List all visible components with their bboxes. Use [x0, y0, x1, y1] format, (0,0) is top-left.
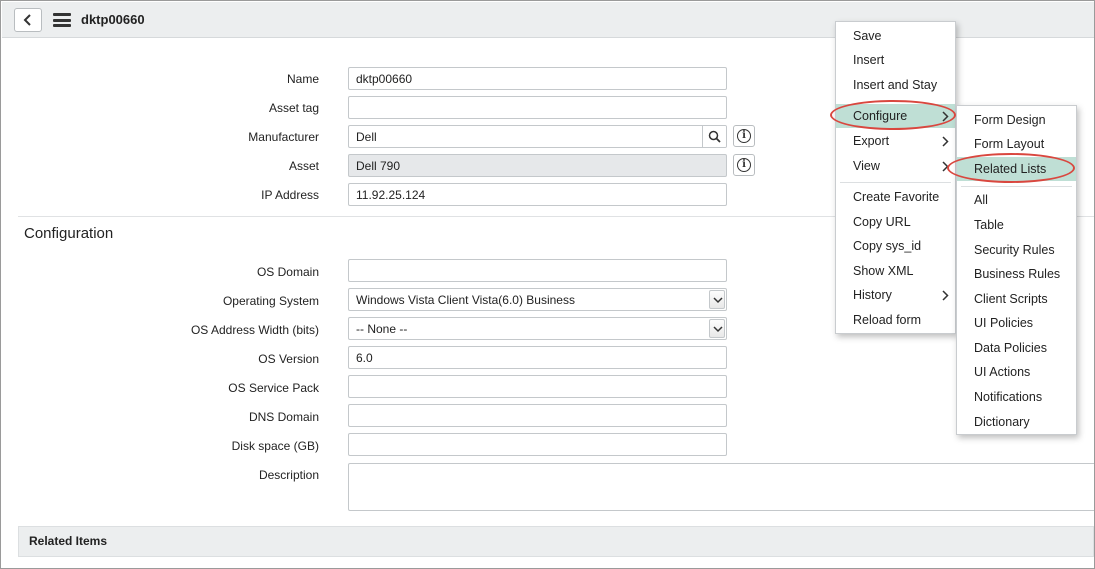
- submenu-item-related-lists[interactable]: Related Lists: [957, 157, 1076, 181]
- record-title: dktp00660: [81, 12, 145, 27]
- chevron-down-icon: [709, 290, 725, 309]
- name-label: Name: [286, 72, 319, 86]
- menu-item-insert[interactable]: Insert: [836, 48, 955, 72]
- asset-field: Dell 790: [348, 154, 727, 177]
- os-address-width-label: OS Address Width (bits): [190, 323, 319, 337]
- submenu-item-ui-actions[interactable]: UI Actions: [957, 360, 1076, 384]
- submenu-item-form-layout[interactable]: Form Layout: [957, 132, 1076, 156]
- chevron-right-icon: [942, 161, 949, 172]
- asset-label: Asset: [288, 159, 319, 173]
- form-window: dktp00660 Name dktp00660 Asset tag Manuf…: [0, 0, 1095, 569]
- info-icon: i: [737, 158, 751, 172]
- disk-space-field[interactable]: [348, 433, 727, 456]
- menu-item-export-label: Export: [853, 134, 890, 148]
- ip-address-field[interactable]: 11.92.25.124: [348, 183, 727, 206]
- menu-item-create-favorite[interactable]: Create Favorite: [836, 185, 955, 209]
- manufacturer-info-button[interactable]: i: [733, 125, 755, 147]
- chevron-right-icon: [942, 136, 949, 147]
- menu-item-copy-sys-id[interactable]: Copy sys_id: [836, 234, 955, 258]
- submenu-item-data-policies[interactable]: Data Policies: [957, 336, 1076, 360]
- dns-domain-label: DNS Domain: [248, 410, 319, 424]
- submenu-item-ui-policies[interactable]: UI Policies: [957, 311, 1076, 335]
- os-domain-label: OS Domain: [256, 265, 319, 279]
- submenu-item-business-rules[interactable]: Business Rules: [957, 262, 1076, 286]
- configuration-section-title: Configuration: [24, 225, 114, 242]
- related-items-bar[interactable]: Related Items: [18, 526, 1094, 557]
- os-version-label: OS Version: [258, 352, 319, 366]
- asset-info-button[interactable]: i: [733, 154, 755, 176]
- os-address-width-select[interactable]: -- None --: [348, 317, 727, 340]
- submenu-item-security-rules[interactable]: Security Rules: [957, 238, 1076, 262]
- submenu-item-notifications[interactable]: Notifications: [957, 385, 1076, 409]
- manufacturer-lookup-button[interactable]: [702, 126, 726, 147]
- os-service-pack-field[interactable]: [348, 375, 727, 398]
- menu-separator: [840, 182, 951, 183]
- menu-item-save[interactable]: Save: [836, 24, 955, 48]
- menu-item-history-label: History: [853, 288, 892, 302]
- submenu-item-client-scripts[interactable]: Client Scripts: [957, 287, 1076, 311]
- info-icon: i: [737, 129, 751, 143]
- manufacturer-value: Dell: [356, 130, 377, 144]
- submenu-item-dictionary[interactable]: Dictionary: [957, 410, 1076, 434]
- menu-item-configure[interactable]: Configure: [836, 104, 955, 128]
- menu-item-insert-and-stay[interactable]: Insert and Stay: [836, 73, 955, 97]
- chevron-left-icon: [23, 14, 31, 26]
- menu-item-show-xml[interactable]: Show XML: [836, 259, 955, 283]
- os-address-width-value: -- None --: [356, 322, 408, 336]
- submenu-item-table[interactable]: Table: [957, 213, 1076, 237]
- dns-domain-field[interactable]: [348, 404, 727, 427]
- asset-tag-label: Asset tag: [268, 101, 319, 115]
- related-items-label: Related Items: [29, 534, 108, 548]
- menu-item-view-label: View: [853, 159, 880, 173]
- ip-address-label: IP Address: [261, 188, 319, 202]
- description-label: Description: [258, 468, 319, 482]
- search-icon: [708, 130, 721, 143]
- chevron-right-icon: [942, 290, 949, 301]
- submenu-item-form-design[interactable]: Form Design: [957, 108, 1076, 132]
- menu-separator: [961, 186, 1072, 187]
- operating-system-select[interactable]: Windows Vista Client Vista(6.0) Business: [348, 288, 727, 311]
- context-menu: Save Insert Insert and Stay Configure Ex…: [835, 21, 956, 334]
- hamburger-icon[interactable]: [53, 13, 71, 27]
- submenu-item-all[interactable]: All: [957, 188, 1076, 212]
- name-field[interactable]: dktp00660: [348, 67, 727, 90]
- os-domain-field[interactable]: [348, 259, 727, 282]
- menu-item-configure-label: Configure: [853, 109, 908, 123]
- menu-item-history[interactable]: History: [836, 283, 955, 307]
- operating-system-value: Windows Vista Client Vista(6.0) Business: [356, 293, 575, 307]
- menu-item-view[interactable]: View: [836, 154, 955, 178]
- disk-space-label: Disk space (GB): [231, 439, 319, 453]
- description-textarea[interactable]: [348, 463, 1094, 511]
- chevron-down-icon: [709, 319, 725, 338]
- os-version-field[interactable]: 6.0: [348, 346, 727, 369]
- chevron-right-icon: [942, 111, 949, 122]
- menu-item-copy-url[interactable]: Copy URL: [836, 210, 955, 234]
- manufacturer-label: Manufacturer: [248, 130, 319, 144]
- operating-system-label: Operating System: [222, 294, 319, 308]
- menu-item-reload-form[interactable]: Reload form: [836, 308, 955, 332]
- manufacturer-field[interactable]: Dell: [348, 125, 727, 148]
- configure-submenu: Form Design Form Layout Related Lists Al…: [956, 105, 1077, 435]
- back-button[interactable]: [14, 8, 42, 32]
- asset-tag-field[interactable]: [348, 96, 727, 119]
- menu-item-export[interactable]: Export: [836, 129, 955, 153]
- os-service-pack-label: OS Service Pack: [228, 381, 319, 395]
